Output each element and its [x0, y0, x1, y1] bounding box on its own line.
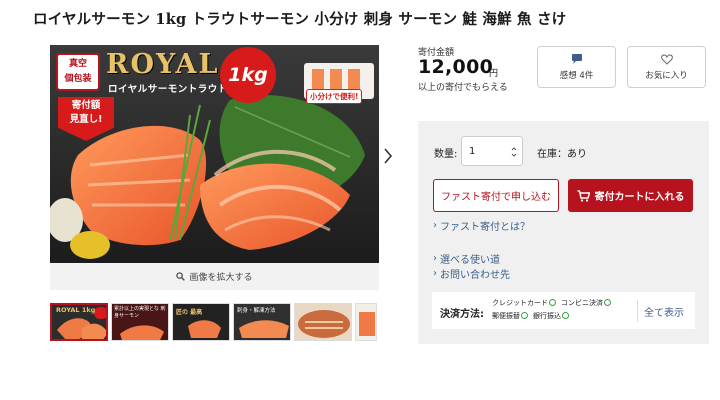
available-circle-icon: [549, 299, 556, 306]
payment-method-label: コンビニ決済: [561, 299, 603, 307]
payment-method-credit-card: クレジットカード: [492, 297, 556, 310]
fast-donation-info-link[interactable]: › ファスト寄付とは？: [433, 218, 530, 233]
quantity-value: 1: [469, 145, 476, 157]
payment-methods-list: クレジットカード コンビニ決済 郵便振替 銀行振込: [492, 297, 642, 323]
weight-text: 1kg: [228, 64, 268, 86]
zoom-label: 画像を拡大する: [189, 273, 253, 283]
donation-note: 以上の寄付でもらえる: [418, 83, 508, 93]
pack-note: 小分けで便利!: [306, 89, 363, 104]
reviews-button[interactable]: 感想 4件: [537, 46, 616, 88]
thumbnail-3[interactable]: 匠の 最高: [172, 303, 230, 341]
stock-status: 在庫：あり: [537, 149, 587, 160]
cart-icon: [577, 189, 590, 202]
speech-bubble-icon: [571, 54, 582, 64]
payment-method-postal-transfer: 郵便振替: [492, 310, 528, 323]
thumbnail-strip: ROYAL 1kg 累計以上の実現とな 刺身サーモン 匠の 最高 刺身・解凍方法: [50, 303, 377, 341]
thumbnail-label: ROYAL 1kg: [56, 306, 96, 314]
payment-method-label: 銀行振込: [533, 312, 561, 320]
payment-method-label: クレジットカード: [492, 299, 548, 307]
available-circle-icon: [562, 312, 569, 319]
link-label: お問い合わせ先: [440, 270, 510, 281]
thumbnail-label: 累計以上の実現とな 刺身サーモン: [114, 306, 166, 319]
brand-subtext: ロイヤルサーモントラウト: [108, 84, 228, 95]
chevron-right-icon: ›: [433, 268, 437, 279]
badge-line-1: 真空: [68, 59, 87, 69]
quantity-select[interactable]: 1: [461, 136, 523, 166]
favorite-label: お気に入り: [645, 70, 688, 81]
add-to-cart-label: 寄付カートに入れる: [594, 192, 685, 203]
thumbnail-1[interactable]: ROYAL 1kg: [50, 303, 108, 341]
reviews-label: 感想 4件: [559, 71, 594, 81]
heart-icon: [660, 53, 673, 65]
main-product-image[interactable]: 真空 個包装 ROYAL ロイヤルサーモントラウト 1kg 寄付額 見直し! 小…: [50, 45, 379, 263]
divider: [637, 300, 638, 322]
thumbnail-6[interactable]: [355, 303, 377, 341]
chevron-right-icon: ›: [433, 220, 437, 231]
vacuum-badge: 真空 個包装: [56, 53, 100, 91]
currency-unit: 円: [489, 69, 499, 79]
badge-line-2: 個包装: [64, 74, 92, 84]
arrow-line-2: 見直し!: [69, 114, 103, 125]
link-label: 選べる使い道: [440, 255, 500, 266]
zoom-image-button[interactable]: 画像を拡大する: [50, 263, 379, 290]
thumbnail-5[interactable]: [294, 303, 352, 341]
payment-method-bank-transfer: 銀行振込: [533, 310, 569, 323]
thumbnail-label: 刺身・解凍方法: [237, 308, 276, 314]
show-all-payment-link[interactable]: 全て表示: [644, 304, 684, 319]
thumbnail-image: [298, 310, 350, 338]
arrow-line-1: 寄付額: [71, 100, 101, 111]
thumbnail-2[interactable]: 累計以上の実現とな 刺身サーモン: [111, 303, 169, 341]
payment-title: 決済方法:: [440, 309, 484, 320]
brand-text: ROYAL: [106, 49, 220, 80]
available-circle-icon: [604, 299, 611, 306]
quantity-label: 数量:: [434, 149, 458, 160]
fast-donation-button[interactable]: ファスト寄付で申し込む: [433, 179, 559, 212]
contact-link[interactable]: › お問い合わせ先: [433, 266, 510, 281]
magnifier-icon: [176, 272, 186, 281]
thumbnail-label: 匠の 最高: [176, 309, 203, 316]
favorite-button[interactable]: お気に入り: [627, 46, 706, 88]
available-circle-icon: [521, 312, 528, 319]
usage-choice-link[interactable]: › 選べる使い道: [433, 251, 500, 266]
link-label: ファスト寄付とは？: [440, 222, 530, 233]
product-title: ロイヤルサーモン 1kg トラウトサーモン 小分け 刺身 サーモン 鮭 海鮮 魚…: [33, 11, 567, 28]
weight-badge: 1kg: [220, 47, 276, 103]
add-to-cart-button[interactable]: 寄付カートに入れる: [568, 179, 693, 212]
chevron-right-icon: ›: [433, 253, 437, 264]
thumbnail-4[interactable]: 刺身・解凍方法: [233, 303, 291, 341]
next-image-button[interactable]: [381, 145, 395, 167]
stepper-arrows-icon: [511, 146, 517, 158]
payment-method-convenience-store: コンビニ決済: [561, 297, 611, 310]
purchase-panel: 数量: 1 在庫：あり ファスト寄付で申し込む 寄付カートに入れる › ファスト…: [418, 121, 709, 344]
payment-methods-box: 決済方法: クレジットカード コンビニ決済 郵便振替 銀行振込 全て表示: [432, 292, 695, 329]
donation-amount: 12,000: [418, 56, 494, 78]
thumbnail-image: [359, 312, 375, 336]
payment-method-label: 郵便振替: [492, 312, 520, 320]
chevron-right-icon: [384, 148, 393, 164]
